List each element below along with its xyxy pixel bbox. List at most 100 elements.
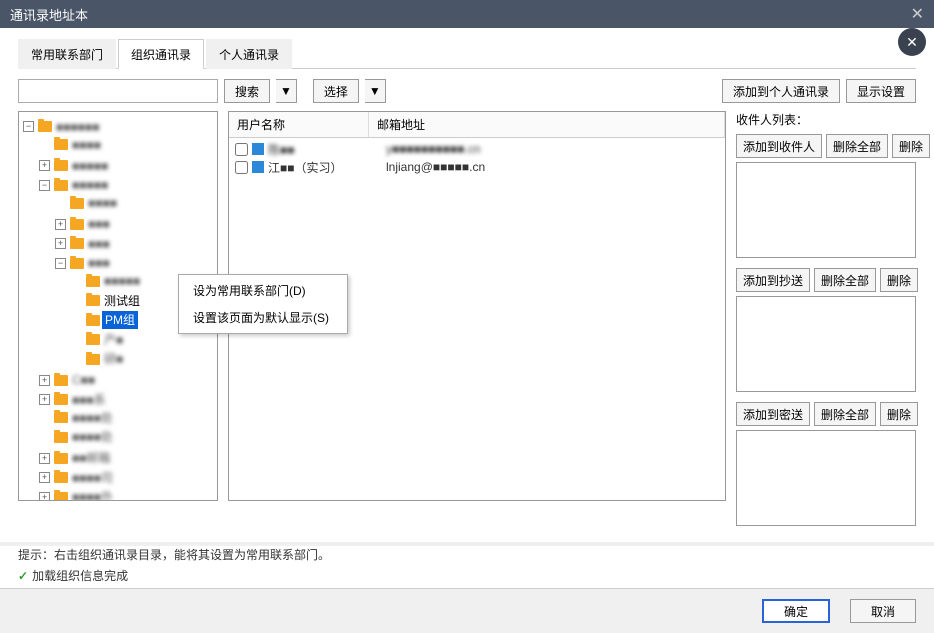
status-bar: ✓ 加载组织信息完成 xyxy=(18,567,916,584)
display-settings-button[interactable]: 显示设置 xyxy=(846,79,916,103)
select-dropdown-button[interactable]: ▼ xyxy=(365,79,386,103)
delete-all-to-button[interactable]: 删除全部 xyxy=(826,134,888,158)
tree-node[interactable]: ■■■■■ xyxy=(71,272,142,290)
row-checkbox[interactable] xyxy=(235,161,248,174)
tree-node[interactable]: 研■ xyxy=(71,350,125,368)
folder-icon xyxy=(70,258,84,269)
expand-icon[interactable]: + xyxy=(39,160,50,171)
window-title: 通讯录地址本 xyxy=(10,5,88,24)
folder-icon xyxy=(86,276,100,287)
add-to-cc-button[interactable]: 添加到抄送 xyxy=(736,268,810,292)
column-username[interactable]: 用户名称 xyxy=(229,112,369,137)
folder-icon xyxy=(70,219,84,230)
tab-org-addressbook[interactable]: 组织通讯录 xyxy=(118,39,204,69)
tree-node[interactable]: +■■■■司 xyxy=(39,469,115,487)
hint-text: 提示：右击组织通讯录目录，能将其设置为常用联系部门。 xyxy=(18,546,916,563)
dialog-footer: 确定 取消 xyxy=(0,588,934,633)
expand-icon[interactable]: + xyxy=(55,219,66,230)
checkmark-icon: ✓ xyxy=(18,569,28,583)
context-set-default-view[interactable]: 设置该页面为默认显示(S) xyxy=(179,304,347,331)
folder-icon xyxy=(86,315,100,326)
title-bar: 通讯录地址本 ✕ xyxy=(0,0,934,28)
collapse-icon[interactable]: − xyxy=(23,121,34,132)
tree-node[interactable]: ■■■■处 xyxy=(39,428,115,446)
expand-icon[interactable]: + xyxy=(39,492,50,502)
folder-icon xyxy=(70,238,84,249)
search-button[interactable]: 搜索 xyxy=(224,79,270,103)
tree-node[interactable]: −■■■■■ xyxy=(39,176,110,194)
search-dropdown-button[interactable]: ▼ xyxy=(276,79,297,103)
tree-node[interactable]: +C■■ xyxy=(39,371,97,389)
window-close-x-icon[interactable]: ✕ xyxy=(911,4,924,24)
tree-node[interactable]: +■■■■外 xyxy=(39,488,115,501)
recipients-column: 收件人列表： 添加到收件人 删除全部 删除 添加到抄送 删除全部 删除 xyxy=(736,111,916,536)
tree-node[interactable]: +■■■系 xyxy=(39,391,108,409)
folder-icon xyxy=(38,121,52,132)
folder-icon xyxy=(54,472,68,483)
expand-icon[interactable]: + xyxy=(39,453,50,464)
tree-node-pm-group[interactable]: PM组 xyxy=(71,311,138,329)
context-menu: 设为常用联系部门(D) 设置该页面为默认显示(S) xyxy=(178,274,348,334)
folder-icon xyxy=(54,394,68,405)
folder-icon xyxy=(54,180,68,191)
add-to-bcc-button[interactable]: 添加到密送 xyxy=(736,402,810,426)
status-text: 加载组织信息完成 xyxy=(32,567,128,584)
row-checkbox[interactable] xyxy=(235,143,248,156)
recipients-cc-list[interactable] xyxy=(736,296,916,392)
toolbar: 搜索▼ 选择▼ 添加到个人通讯录 显示设置 xyxy=(18,79,916,103)
folder-icon xyxy=(54,139,68,150)
collapse-icon[interactable]: − xyxy=(55,258,66,269)
user-icon xyxy=(252,143,264,155)
folder-icon xyxy=(70,198,84,209)
tab-bar: 常用联系部门 组织通讯录 个人通讯录 xyxy=(18,38,916,69)
delete-bcc-button[interactable]: 删除 xyxy=(880,402,918,426)
tree-node[interactable]: −■■■ xyxy=(55,254,112,272)
expand-icon[interactable]: + xyxy=(39,375,50,386)
select-button[interactable]: 选择 xyxy=(313,79,359,103)
cancel-button[interactable]: 取消 xyxy=(850,599,916,623)
folder-icon xyxy=(86,334,100,345)
delete-all-bcc-button[interactable]: 删除全部 xyxy=(814,402,876,426)
tree-node[interactable]: 产■ xyxy=(71,331,125,349)
context-set-frequent[interactable]: 设为常用联系部门(D) xyxy=(179,277,347,304)
tree-node-root[interactable]: −■■■■■■ xyxy=(23,118,102,136)
tree-node[interactable]: +■■■ xyxy=(55,235,112,253)
tree-node[interactable]: ■■■■ xyxy=(55,194,119,212)
recipients-to-list[interactable] xyxy=(736,162,916,258)
recipients-title: 收件人列表： xyxy=(736,111,916,128)
tree-node[interactable]: +■■■■■ xyxy=(39,157,110,175)
tree-node[interactable]: ■■■■ xyxy=(39,136,103,154)
folder-icon xyxy=(54,492,68,502)
tree-node[interactable]: ■■■■处 xyxy=(39,409,115,427)
tab-frequent-contacts[interactable]: 常用联系部门 xyxy=(18,39,116,69)
recipients-bcc-list[interactable] xyxy=(736,430,916,526)
user-icon xyxy=(252,161,264,173)
folder-icon xyxy=(86,354,100,365)
list-row[interactable]: 江■■（实习） lnjiang@■■■■■.cn xyxy=(235,158,719,176)
expand-icon[interactable]: + xyxy=(39,472,50,483)
folder-icon xyxy=(54,412,68,423)
close-circle-button[interactable]: ✕ xyxy=(898,28,926,56)
folder-icon xyxy=(86,295,100,306)
delete-to-button[interactable]: 删除 xyxy=(892,134,930,158)
tab-personal-addressbook[interactable]: 个人通讯录 xyxy=(206,39,292,69)
delete-cc-button[interactable]: 删除 xyxy=(880,268,918,292)
collapse-icon[interactable]: − xyxy=(39,180,50,191)
list-row[interactable]: 陈■■ y■■■■■■■■■■.cn xyxy=(235,140,719,158)
tree-node[interactable]: +■■邮箱 xyxy=(39,449,113,467)
search-input[interactable] xyxy=(18,79,218,103)
folder-icon xyxy=(54,160,68,171)
list-header: 用户名称 邮箱地址 xyxy=(229,112,725,138)
folder-icon xyxy=(54,453,68,464)
add-to-recipients-button[interactable]: 添加到收件人 xyxy=(736,134,822,158)
tree-node[interactable]: +■■■ xyxy=(55,215,112,233)
expand-icon[interactable]: + xyxy=(55,238,66,249)
tree-node-test-group[interactable]: 测试组 xyxy=(71,292,142,310)
ok-button[interactable]: 确定 xyxy=(762,599,830,623)
folder-icon xyxy=(54,375,68,386)
add-to-personal-button[interactable]: 添加到个人通讯录 xyxy=(722,79,840,103)
column-email[interactable]: 邮箱地址 xyxy=(369,112,725,137)
expand-icon[interactable]: + xyxy=(39,394,50,405)
folder-icon xyxy=(54,432,68,443)
delete-all-cc-button[interactable]: 删除全部 xyxy=(814,268,876,292)
